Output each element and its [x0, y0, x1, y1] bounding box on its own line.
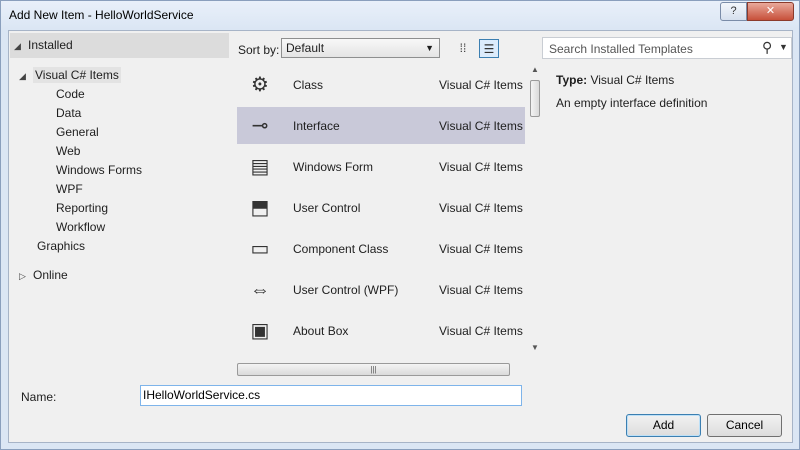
name-label: Name:: [21, 390, 57, 404]
component-class-icon: ▭: [250, 238, 270, 260]
template-category: Visual C# Items: [439, 242, 523, 256]
template-category: Visual C# Items: [439, 283, 523, 297]
detail-type-value: Visual C# Items: [590, 73, 675, 87]
detail-type: Type: Visual C# Items: [556, 73, 674, 87]
template-name: User Control (WPF): [293, 283, 399, 297]
template-item-user-control[interactable]: ⬒ User Control Visual C# Items: [237, 189, 525, 226]
template-name: User Control: [293, 201, 361, 215]
grid-icon: ⁞⁞: [459, 41, 467, 55]
add-button[interactable]: Add: [626, 414, 701, 437]
template-details-panel: Type: Visual C# Items An empty interface…: [547, 63, 790, 378]
collapse-arrow-icon[interactable]: ◢: [19, 67, 33, 86]
tree-item-code[interactable]: Code: [56, 85, 85, 104]
list-icon: ☰: [483, 42, 495, 56]
chevron-down-icon[interactable]: ▼: [779, 42, 788, 52]
tree-item-web[interactable]: Web: [56, 142, 80, 161]
horizontal-scroll-thumb[interactable]: |||: [237, 363, 510, 376]
scroll-down-icon[interactable]: ▼: [531, 343, 539, 352]
tree-item-label: Visual C# Items: [33, 67, 121, 83]
vertical-scroll-thumb[interactable]: [530, 80, 540, 117]
user-control-icon: ⬒: [250, 197, 270, 219]
user-control-wpf-icon: ⇔: [250, 279, 270, 301]
template-item-interface[interactable]: ⊸ Interface Visual C# Items: [237, 107, 525, 144]
template-category: Visual C# Items: [439, 119, 523, 133]
tree-item-data[interactable]: Data: [56, 104, 81, 123]
template-list: ⚙ Class Visual C# Items ⊸ Interface Visu…: [234, 62, 547, 376]
tree-item-windows-forms[interactable]: Windows Forms: [56, 161, 142, 180]
chevron-down-icon: ▼: [425, 43, 434, 53]
expand-arrow-icon[interactable]: ▷: [19, 267, 33, 286]
interface-icon: ⊸: [251, 115, 269, 137]
title-bar[interactable]: Add New Item - HelloWorldService ? ✕: [1, 1, 799, 29]
template-name: Class: [293, 78, 324, 92]
small-icons-view-button[interactable]: ⁞⁞: [453, 39, 473, 58]
cancel-button[interactable]: Cancel: [707, 414, 782, 437]
window-title: Add New Item - HelloWorldService: [9, 8, 194, 22]
help-button[interactable]: ?: [720, 2, 747, 21]
sort-by-label: Sort by:: [238, 43, 280, 57]
search-icon[interactable]: ⚲: [762, 39, 772, 56]
template-name: About Box: [293, 324, 349, 338]
detail-type-label: Type:: [556, 73, 588, 87]
template-item-component-class[interactable]: ▭ Component Class Visual C# Items: [237, 230, 525, 267]
tree-item-wpf[interactable]: WPF: [56, 180, 83, 199]
template-name: Interface: [293, 119, 340, 133]
template-category: Visual C# Items: [439, 201, 523, 215]
template-category: Visual C# Items: [439, 324, 523, 338]
tree-item-online[interactable]: ▷ Online: [19, 266, 68, 285]
list-view-button[interactable]: ☰: [479, 39, 499, 58]
template-category: Visual C# Items: [439, 78, 523, 92]
collapse-arrow-icon[interactable]: ◢: [14, 37, 28, 56]
tree-installed-header[interactable]: ◢ Installed: [10, 33, 229, 58]
template-item-about-box[interactable]: ▣ About Box Visual C# Items: [237, 312, 525, 349]
template-item-user-control-wpf[interactable]: ⇔ User Control (WPF) Visual C# Items: [237, 271, 525, 308]
tree-item-graphics[interactable]: Graphics: [37, 237, 85, 256]
detail-description: An empty interface definition: [556, 96, 708, 110]
close-button[interactable]: ✕: [747, 2, 794, 21]
template-item-windows-form[interactable]: ▤ Windows Form Visual C# Items: [237, 148, 525, 185]
tree-installed-label: Installed: [28, 38, 73, 52]
sort-by-dropdown[interactable]: Default ▼: [281, 38, 440, 58]
scroll-up-icon[interactable]: ▲: [531, 65, 539, 74]
tree-item-workflow[interactable]: Workflow: [56, 218, 105, 237]
template-category-tree: ◢ Installed ◢ Visual C# Items Code Data Ge…: [10, 33, 235, 374]
tree-item-general[interactable]: General: [56, 123, 99, 142]
template-name: Component Class: [293, 242, 389, 256]
class-icon: ⚙: [251, 74, 269, 96]
dialog-body: ◢ Installed ◢ Visual C# Items Code Data Ge…: [8, 30, 793, 443]
name-input[interactable]: IHelloWorldService.cs: [140, 385, 522, 406]
search-input[interactable]: Search Installed Templates: [549, 42, 693, 56]
add-new-item-dialog: Add New Item - HelloWorldService ? ✕ ◢ In…: [0, 0, 800, 450]
tree-online-label: Online: [33, 268, 68, 282]
template-name: Windows Form: [293, 160, 374, 174]
windows-form-icon: ▤: [250, 156, 270, 178]
tree-item-visual-csharp[interactable]: ◢ Visual C# Items: [19, 66, 121, 85]
template-category: Visual C# Items: [439, 160, 523, 174]
about-box-icon: ▣: [250, 320, 270, 342]
search-templates-box[interactable]: Search Installed Templates ⚲ ▼: [542, 37, 792, 59]
template-item-class[interactable]: ⚙ Class Visual C# Items: [237, 66, 525, 103]
template-list-vertical-scrollbar[interactable]: ▲ ▼: [527, 62, 544, 354]
template-list-horizontal-scrollbar[interactable]: |||: [237, 363, 510, 376]
sort-by-value: Default: [286, 41, 325, 55]
tree-item-reporting[interactable]: Reporting: [56, 199, 108, 218]
